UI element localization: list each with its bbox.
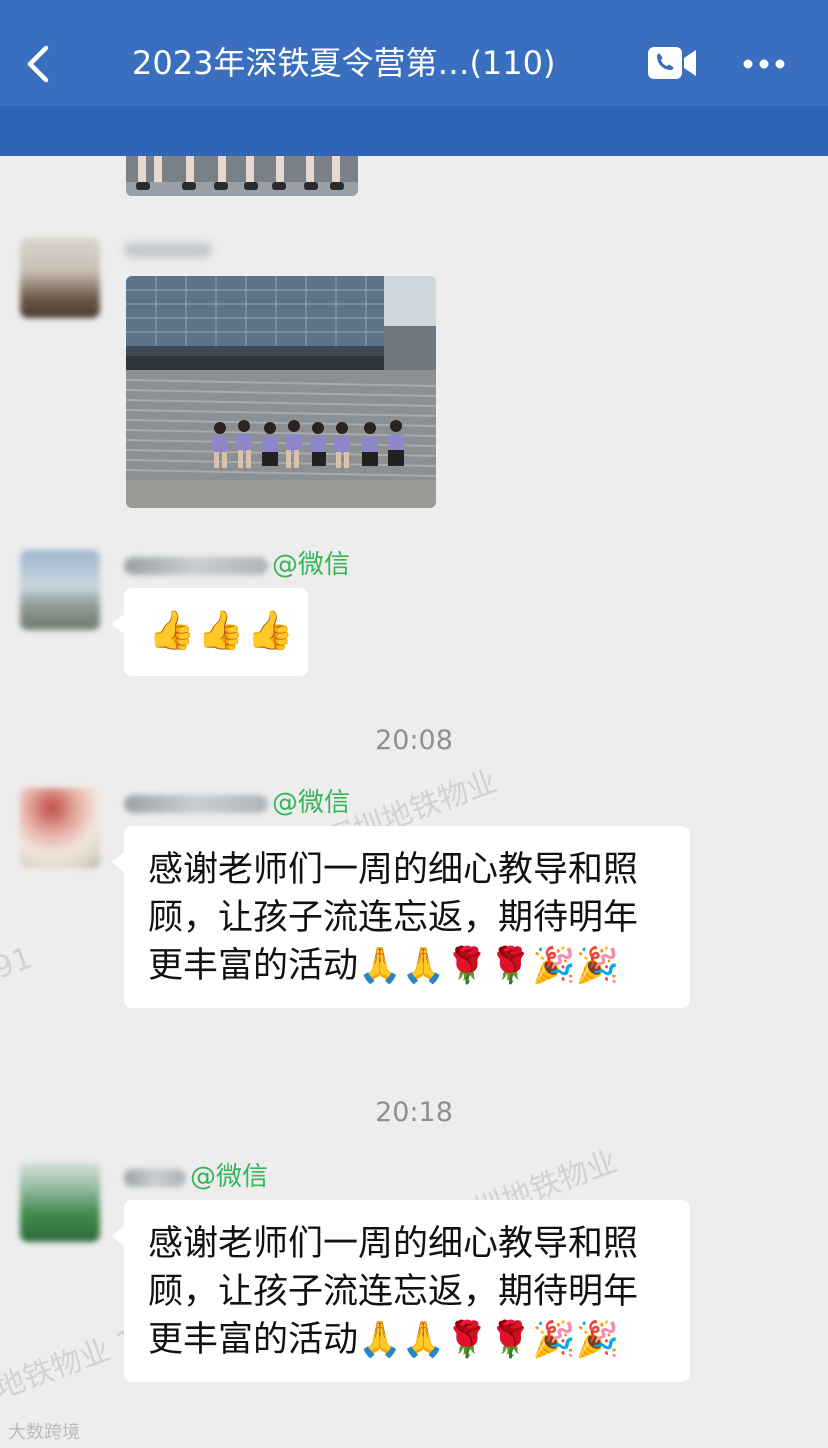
header-shadow-bar — [0, 106, 828, 156]
group-photo-stairs — [126, 276, 436, 508]
video-call-button[interactable] — [646, 44, 698, 82]
chevron-left-icon — [27, 45, 49, 83]
name-suffix: @微信 — [272, 550, 351, 580]
avatar[interactable] — [20, 1162, 100, 1242]
sender-name-blurred — [124, 794, 268, 813]
chat-header: 2023年深铁夏令营第…(110) — [0, 0, 828, 106]
message-text: 感谢老师们一周的细心教导和照顾，让孩子流连忘返，期待明年更丰富的活动🙏🙏🌹🌹🎉🎉 — [148, 850, 639, 986]
sender-name: @微信 — [124, 786, 350, 820]
message-image[interactable] — [126, 156, 358, 196]
back-button[interactable] — [20, 42, 60, 86]
chat-title[interactable]: 2023年深铁夏令营第…(110) — [132, 40, 602, 86]
message-text: 感谢老师们一周的细心教导和照顾，让孩子流连忘返，期待明年更丰富的活动🙏🙏🌹🌹🎉🎉 — [148, 1224, 639, 1360]
message-bubble[interactable]: 感谢老师们一周的细心教导和照顾，让孩子流连忘返，期待明年更丰富的活动🙏🙏🌹🌹🎉🎉 — [112, 826, 690, 1008]
avatar[interactable] — [20, 550, 100, 630]
sender-name: @微信 — [124, 1160, 268, 1194]
message-bubble[interactable]: 👍👍👍 — [112, 588, 308, 676]
sender-name: @微信 — [124, 548, 350, 582]
watermark: 91 — [0, 940, 38, 987]
sender-name-blurred — [124, 242, 212, 258]
message-bubble[interactable]: 感谢老师们一周的细心教导和照顾，让孩子流连忘返，期待明年更丰富的活动🙏🙏🌹🌹🎉🎉 — [112, 1200, 690, 1382]
name-suffix: @微信 — [272, 788, 351, 818]
more-button[interactable] — [740, 54, 788, 74]
message-text: 👍👍👍 — [148, 608, 296, 652]
video-call-icon — [648, 47, 696, 79]
timestamp: 20:08 — [375, 725, 453, 756]
more-icon — [743, 59, 785, 69]
message-list[interactable]: 深圳地铁物业 深圳地铁物业 地铁物业 12 91 @微信 👍👍👍 20:08 @… — [0, 156, 828, 1448]
message-image[interactable] — [126, 276, 436, 508]
avatar[interactable] — [20, 788, 100, 868]
group-photo-thumbnail — [126, 156, 358, 196]
watermark-brand: 大数跨境 — [8, 1422, 80, 1443]
timestamp: 20:18 — [375, 1097, 453, 1128]
name-suffix: @微信 — [190, 1162, 269, 1192]
sender-name-blurred — [124, 556, 268, 575]
sender-name-blurred — [124, 1168, 186, 1187]
avatar[interactable] — [20, 238, 100, 318]
